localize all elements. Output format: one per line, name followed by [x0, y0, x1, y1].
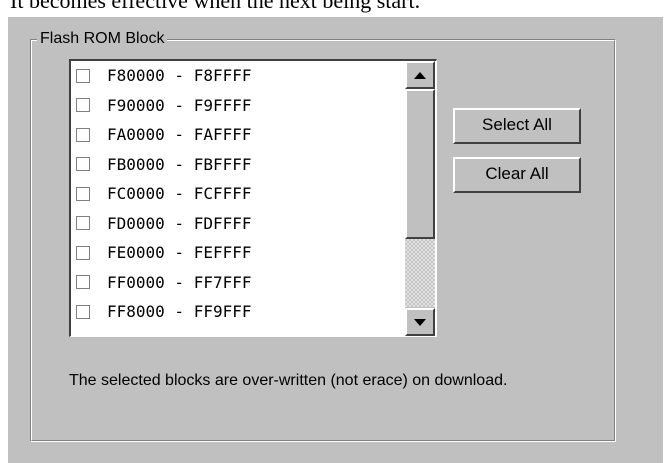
list-item-label: FF0000 - FF7FFF: [107, 272, 252, 292]
list-item[interactable]: FB0000 - FBFFFF: [71, 150, 405, 180]
list-item[interactable]: F90000 - F9FFFF: [71, 91, 405, 121]
dialog-panel: Flash ROM Block F80000 - F8FFFF F90000 -…: [8, 17, 663, 463]
list-item[interactable]: FE0000 - FEFFFF: [71, 238, 405, 268]
checkbox-icon[interactable]: [76, 245, 90, 260]
list-item-label: FB0000 - FBFFFF: [107, 154, 252, 174]
select-all-button[interactable]: Select All: [453, 108, 581, 144]
triangle-down-icon: [414, 318, 426, 326]
vertical-scrollbar[interactable]: [405, 61, 435, 336]
overwrite-note: The selected blocks are over-written (no…: [69, 372, 508, 389]
list-item-label: FC0000 - FCFFFF: [107, 184, 252, 204]
list-item-label: FA0000 - FAFFFF: [107, 125, 252, 145]
triangle-up-icon: [414, 71, 426, 79]
checkbox-icon[interactable]: [76, 304, 90, 319]
checkbox-icon[interactable]: [76, 275, 90, 290]
list-item-label: FD0000 - FDFFFF: [107, 213, 252, 233]
clear-all-button[interactable]: Clear All: [453, 157, 581, 193]
checkbox-icon[interactable]: [76, 157, 90, 172]
document-caption: It becomes effective when the next being…: [10, 0, 421, 13]
block-listbox[interactable]: F80000 - F8FFFF F90000 - F9FFFF FA0000 -…: [69, 59, 437, 337]
list-item[interactable]: FA0000 - FAFFFF: [71, 120, 405, 150]
flash-rom-block-group: Flash ROM Block F80000 - F8FFFF F90000 -…: [30, 29, 616, 442]
list-item[interactable]: F80000 - F8FFFF: [71, 61, 405, 91]
list-item-label: F80000 - F8FFFF: [107, 66, 252, 86]
list-item-label: FF8000 - FF9FFF: [107, 302, 252, 322]
list-item[interactable]: FC0000 - FCFFFF: [71, 179, 405, 209]
list-item-label: FE0000 - FEFFFF: [107, 243, 252, 263]
checkbox-icon[interactable]: [76, 68, 90, 83]
scroll-down-button[interactable]: [405, 308, 435, 336]
scroll-up-button[interactable]: [405, 61, 435, 89]
scroll-thumb[interactable]: [405, 89, 435, 239]
list-items: F80000 - F8FFFF F90000 - F9FFFF FA0000 -…: [71, 61, 405, 336]
checkbox-icon[interactable]: [76, 216, 90, 231]
list-item[interactable]: FF8000 - FF9FFF: [71, 297, 405, 327]
checkbox-icon[interactable]: [76, 98, 90, 113]
group-title: Flash ROM Block: [37, 29, 168, 49]
checkbox-icon[interactable]: [76, 127, 90, 142]
list-item[interactable]: FD0000 - FDFFFF: [71, 209, 405, 239]
checkbox-icon[interactable]: [76, 186, 90, 201]
list-item[interactable]: FF0000 - FF7FFF: [71, 268, 405, 298]
list-item-label: F90000 - F9FFFF: [107, 95, 252, 115]
